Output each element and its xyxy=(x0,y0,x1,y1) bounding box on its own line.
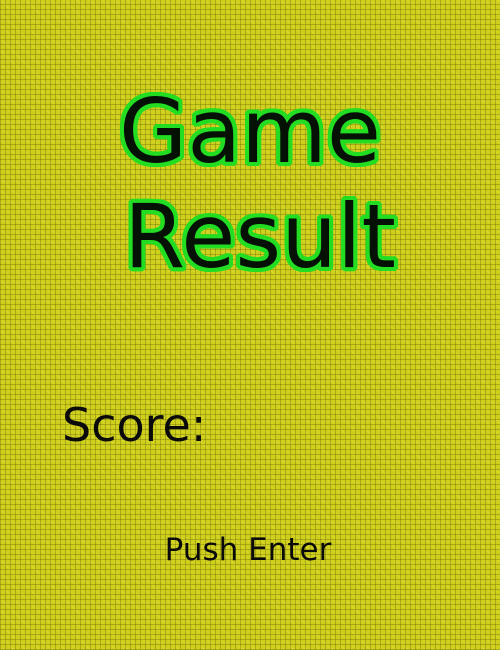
push-enter-prompt[interactable]: Push Enter xyxy=(0,535,496,566)
game-result-screen: Game Result Score: Push Enter xyxy=(0,0,500,650)
title-line-result: Result xyxy=(124,185,396,288)
score-label: Score: xyxy=(62,398,207,452)
title-line-game: Game xyxy=(119,80,381,183)
